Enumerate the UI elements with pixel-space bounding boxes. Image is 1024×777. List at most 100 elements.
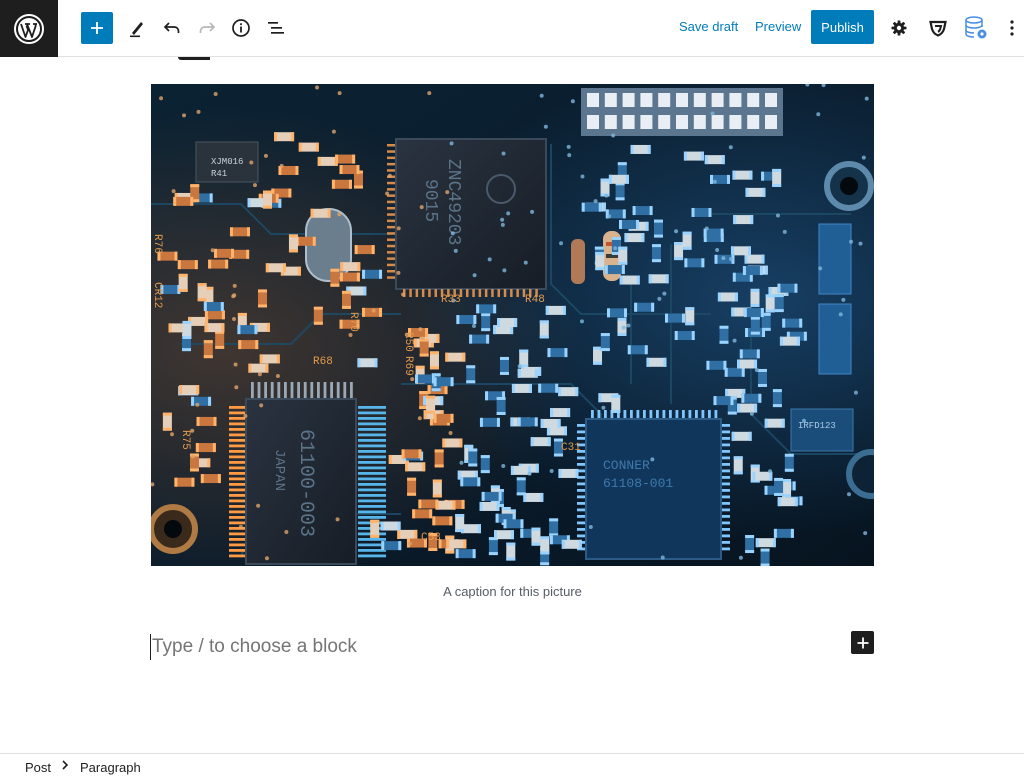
chip-pin <box>387 238 395 241</box>
image-caption[interactable]: A caption for this picture <box>151 584 874 599</box>
chip-marking: 61108-001 <box>603 476 673 491</box>
solder-via <box>449 141 454 146</box>
preview-button[interactable]: Preview <box>755 19 801 34</box>
smd-terminal <box>600 348 610 352</box>
solder-via <box>348 332 353 337</box>
silkscreen-label: R33 <box>441 294 461 306</box>
smd-terminal <box>476 304 480 314</box>
save-draft-button[interactable]: Save draft <box>679 19 738 34</box>
smd-terminal <box>540 418 544 428</box>
block-inserter-toggle-button[interactable] <box>81 12 113 44</box>
tools-edit-button[interactable] <box>121 12 153 44</box>
smd-terminal <box>221 310 225 320</box>
chip-pin <box>722 430 730 434</box>
publish-button[interactable]: Publish <box>811 10 874 44</box>
chip-pin <box>597 410 601 418</box>
solder-via <box>715 248 720 253</box>
chip-pin <box>604 410 607 418</box>
add-block-button[interactable] <box>851 631 874 654</box>
smd-terminal <box>379 307 383 317</box>
smd-terminal <box>540 492 544 502</box>
options-menu-button[interactable] <box>1000 12 1024 44</box>
smd-terminal <box>312 236 316 246</box>
smd-terminal <box>429 509 433 519</box>
chip-pin <box>229 439 245 442</box>
solder-via <box>728 145 733 150</box>
solder-via <box>570 99 575 104</box>
chip-pin <box>577 437 585 440</box>
shield-icon <box>929 20 947 37</box>
smd-terminal <box>432 494 442 498</box>
shield-plugin-button[interactable] <box>922 12 954 44</box>
smd-terminal <box>647 144 651 154</box>
chip-pin <box>722 515 730 518</box>
details-button[interactable] <box>225 12 257 44</box>
solder-via <box>782 229 787 234</box>
chip-pin <box>630 410 633 418</box>
smd-terminal <box>617 162 627 166</box>
smd-terminal <box>313 321 323 325</box>
solder-via <box>210 248 215 253</box>
gear-icon <box>891 20 907 36</box>
database-plugin-button[interactable] <box>960 12 992 44</box>
redo-button[interactable] <box>191 12 223 44</box>
solder-via <box>249 160 254 165</box>
solder-via <box>448 431 453 436</box>
smd-terminal <box>625 174 629 184</box>
solder-via <box>159 96 164 101</box>
list-view-button[interactable] <box>260 12 292 44</box>
undo-button[interactable] <box>156 12 188 44</box>
smd-terminal <box>627 345 631 355</box>
smd-terminal <box>598 393 602 403</box>
chip-pin <box>284 382 287 398</box>
smd-terminal <box>371 245 375 255</box>
breadcrumb-post[interactable]: Post <box>25 760 51 775</box>
settings-button[interactable] <box>883 12 915 44</box>
smd-terminal <box>547 437 551 447</box>
header-pin <box>693 93 706 107</box>
smd-terminal <box>288 234 298 238</box>
solder-via <box>445 190 450 195</box>
chip-pin <box>466 289 469 297</box>
smd-terminal <box>432 516 436 526</box>
chip-pin <box>428 289 431 297</box>
smd-terminal <box>750 303 760 307</box>
plus-icon <box>857 637 868 648</box>
solder-via <box>234 385 239 390</box>
solder-via <box>846 492 851 497</box>
chip-pin <box>336 382 340 398</box>
smd-terminal <box>745 535 755 539</box>
chip-pin <box>358 472 386 475</box>
editor-header: Save draft Preview Publish <box>0 0 1024 57</box>
smd-terminal <box>653 234 663 238</box>
chip-pin <box>688 410 692 418</box>
smd-terminal <box>719 340 729 344</box>
smd-terminal <box>463 539 467 549</box>
solder-via <box>256 503 261 508</box>
solder-via <box>657 296 662 301</box>
chip-pin <box>358 444 386 448</box>
smd-terminal <box>799 318 803 328</box>
smd-terminal <box>649 206 653 216</box>
smd-terminal <box>341 290 351 294</box>
solder-via <box>593 199 598 204</box>
breadcrumb-paragraph[interactable]: Paragraph <box>80 760 141 775</box>
solder-via <box>213 91 218 96</box>
chip-pin <box>577 482 585 486</box>
smd-terminal <box>781 418 785 428</box>
paragraph-block-placeholder[interactable]: Type / to choose a block <box>150 634 832 660</box>
solder-via <box>190 454 195 459</box>
solder-via <box>527 471 532 476</box>
image-block[interactable]: ZNC49203 9015 XJM016 R41 61100-003 JAPAN… <box>151 84 874 566</box>
chip-pin <box>722 547 730 551</box>
solder-via <box>580 174 585 179</box>
smd-terminal <box>665 274 669 284</box>
smd-terminal <box>727 174 731 184</box>
wordpress-logo-button[interactable] <box>0 0 58 57</box>
chip-pin <box>682 410 685 418</box>
smd-terminal <box>168 323 172 333</box>
chip-pin <box>387 257 395 260</box>
smd-terminal <box>415 365 425 369</box>
smd-terminal <box>450 413 454 423</box>
smd-terminal <box>563 426 567 436</box>
